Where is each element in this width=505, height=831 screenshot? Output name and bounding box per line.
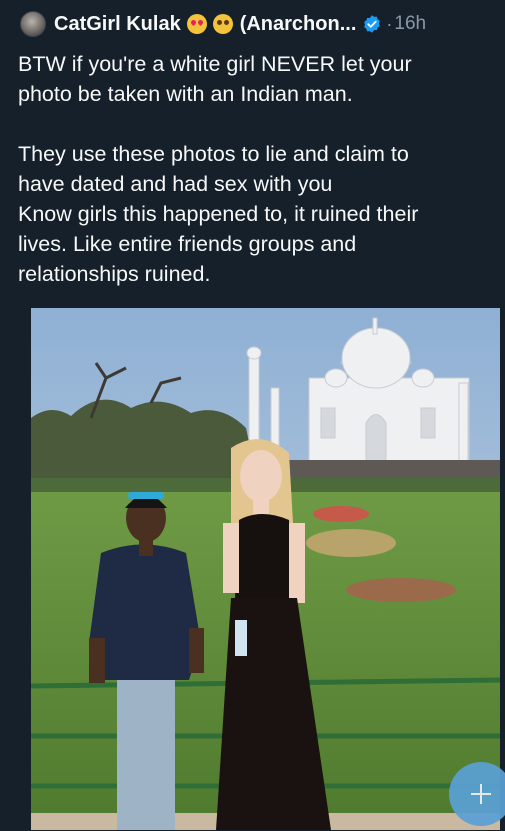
text-line: photo be taken with an Indian man. [18, 82, 353, 106]
text-line: have dated and had sex with you [18, 172, 333, 196]
text-line: BTW if you're a white girl NEVER let you… [18, 52, 412, 76]
photo-illustration [31, 308, 500, 830]
heart-eyes-cat-emoji-icon [186, 14, 207, 34]
avatar[interactable] [20, 11, 46, 37]
user-handle[interactable]: (Anarchon... [240, 13, 357, 36]
verified-badge-icon [364, 15, 381, 33]
tweet-header: CatGirl Kulak (Anarchon... · 16h [4, 8, 501, 40]
display-name[interactable]: CatGirl Kulak [54, 13, 181, 36]
crying-cat-emoji-icon [212, 14, 233, 34]
timestamp[interactable]: 16h [394, 13, 426, 35]
text-line: Know girls this happened to, it ruined t… [18, 202, 419, 226]
text-line: relationships ruined. [18, 262, 211, 286]
tweet-photo[interactable] [31, 308, 500, 830]
add-icon [471, 784, 491, 804]
media-overlay-button[interactable] [449, 762, 505, 826]
text-line: They use these photos to lie and claim t… [18, 142, 409, 166]
tweet: CatGirl Kulak (Anarchon... · 16h BTW if … [0, 0, 505, 830]
tweet-text: BTW if you're a white girl NEVER let you… [18, 49, 496, 289]
separator-dot: · [386, 13, 393, 34]
text-line: lives. Like entire friends groups and [18, 232, 357, 256]
